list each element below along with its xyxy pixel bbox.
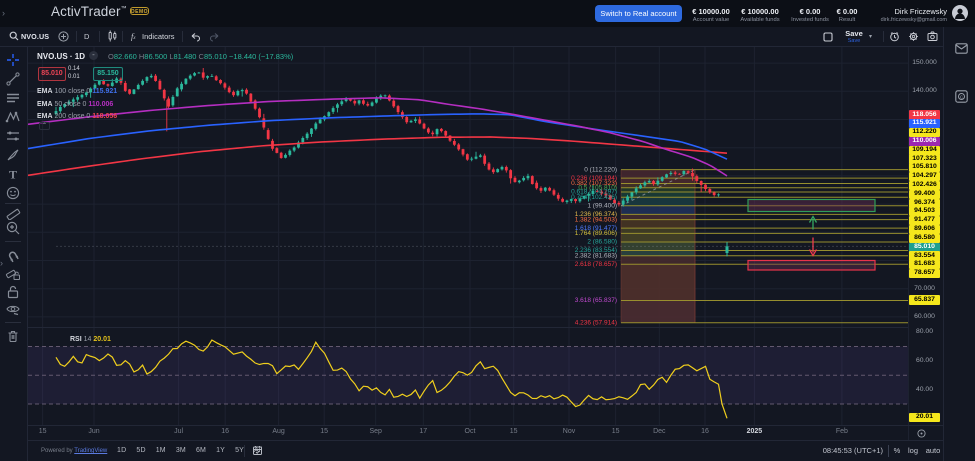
svg-text:2 (86.580): 2 (86.580) bbox=[587, 239, 617, 246]
svg-text:2.618 (78.657): 2.618 (78.657) bbox=[575, 261, 617, 268]
svg-text:1.382 (94.503): 1.382 (94.503) bbox=[575, 216, 617, 223]
svg-text:0 (112.220): 0 (112.220) bbox=[584, 166, 617, 173]
svg-text:T: T bbox=[9, 168, 17, 182]
svg-text:3.618 (65.837): 3.618 (65.837) bbox=[575, 297, 617, 304]
svg-text:4.236 (57.914): 4.236 (57.914) bbox=[575, 319, 617, 326]
svg-text:0.764 (102.426): 0.764 (102.426) bbox=[571, 194, 617, 201]
svg-text:1 (99.400): 1 (99.400) bbox=[587, 203, 617, 210]
svg-text:2.382 (81.683): 2.382 (81.683) bbox=[575, 252, 617, 259]
svg-text:1.764 (89.606): 1.764 (89.606) bbox=[575, 230, 617, 237]
svg-text:c: c bbox=[960, 95, 963, 101]
